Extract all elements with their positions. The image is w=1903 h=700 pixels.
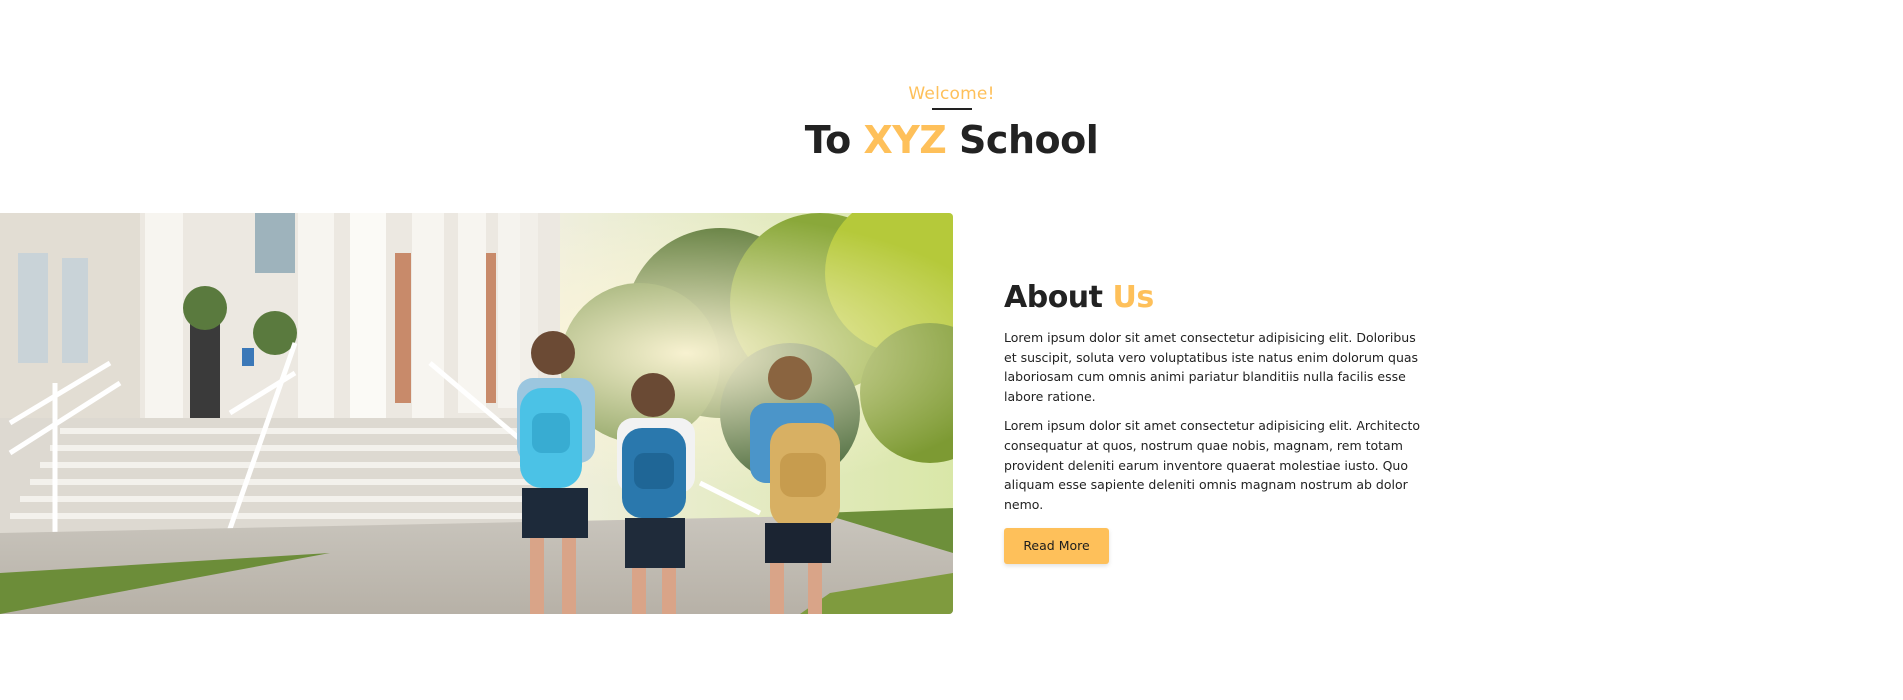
welcome-label: Welcome!	[0, 84, 1903, 104]
about-title: About Us	[1004, 278, 1424, 318]
read-more-button[interactable]: Read More	[1004, 528, 1109, 565]
about-paragraph-1: Lorem ipsum dolor sit amet consectetur a…	[1004, 330, 1419, 404]
page: Welcome! To XYZ School About Us Lorem ip…	[0, 0, 1903, 700]
about-title-highlight: Us	[1112, 280, 1154, 315]
title-prefix: To	[804, 118, 864, 162]
welcome-text: Welcome!	[908, 84, 995, 104]
page-title: To XYZ School	[0, 118, 1903, 162]
about-section: About Us Lorem ipsum dolor sit amet cons…	[1004, 278, 1424, 565]
about-paragraph-2: Lorem ipsum dolor sit amet consectetur a…	[1004, 418, 1421, 512]
welcome-underline	[932, 108, 972, 110]
about-title-main: About	[1004, 280, 1113, 315]
school-children-photo	[0, 213, 953, 614]
title-suffix: School	[946, 118, 1099, 162]
title-highlight: XYZ	[863, 118, 947, 162]
